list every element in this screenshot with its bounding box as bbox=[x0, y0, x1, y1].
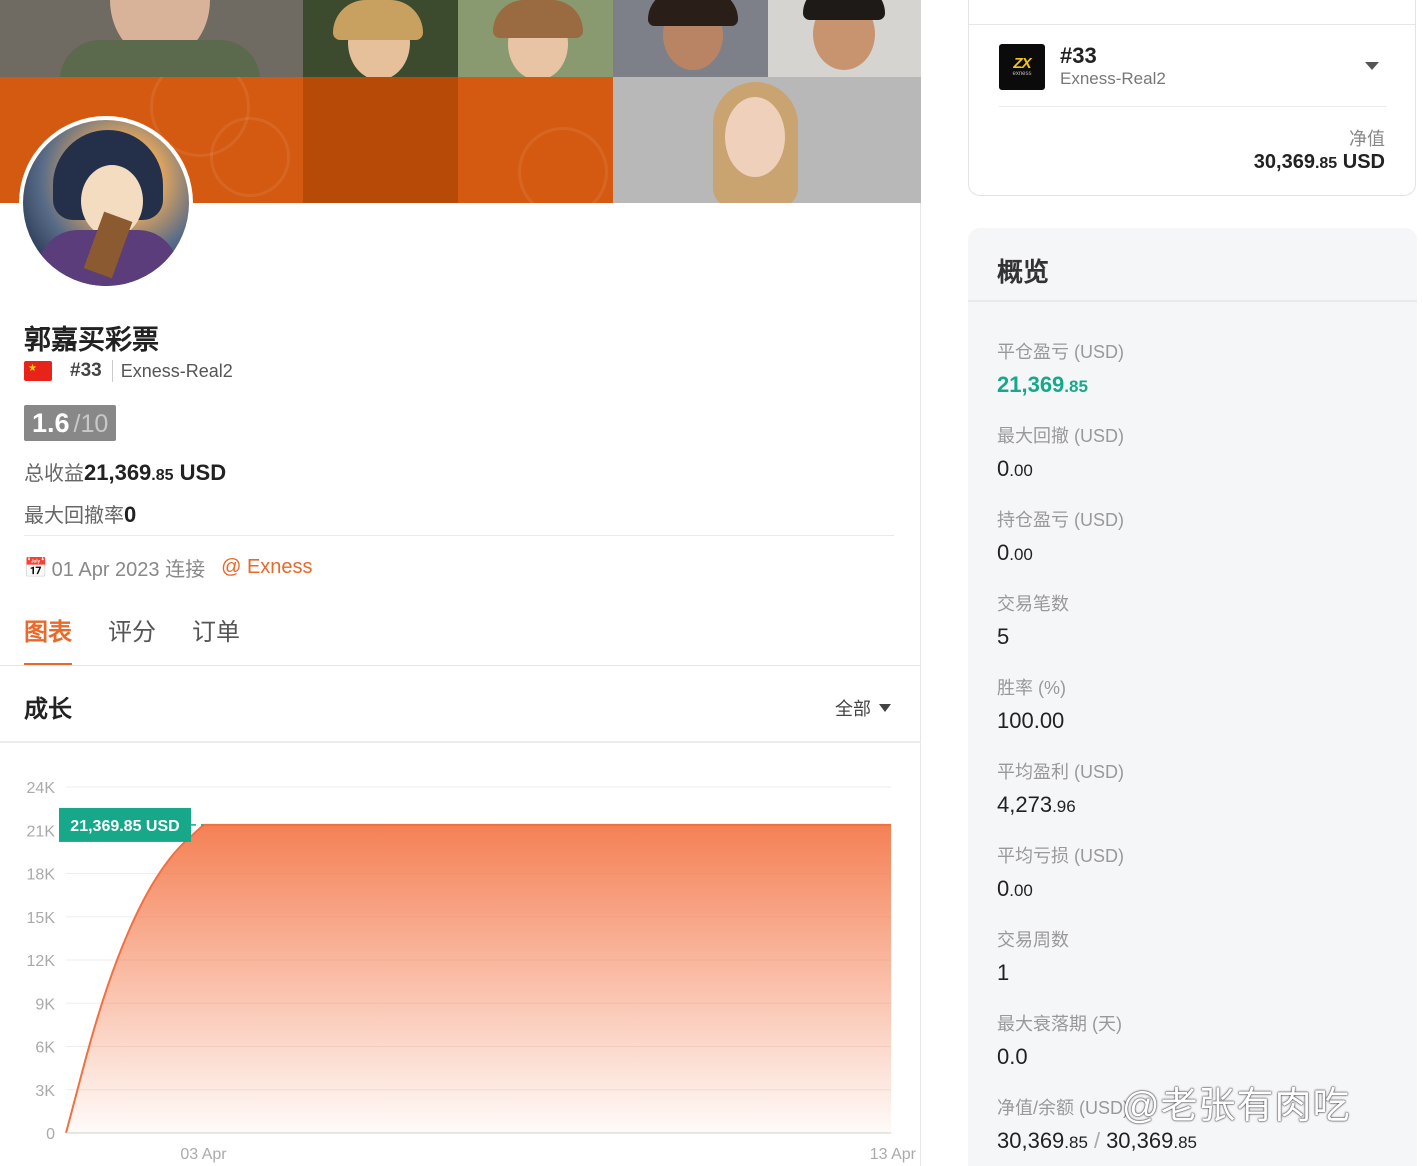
metric-label: 平均亏损 (USD) bbox=[997, 846, 1124, 866]
equity-balance-value: 30,369.85/30,369.85 bbox=[997, 1128, 1197, 1153]
account-card: ZX exness #33 Exness-Real2 净值 30,369.85 … bbox=[968, 0, 1416, 196]
rating-score: 1.6 bbox=[32, 408, 70, 438]
rating-badge: 1.6 /10 bbox=[24, 405, 117, 441]
metric-label: 平均盈利 (USD) bbox=[997, 762, 1124, 782]
connection-info: 📅 01 Apr 2023 连接 @ Exness bbox=[24, 553, 313, 582]
total-profit: 总收益21,369.85 USD bbox=[24, 457, 226, 486]
y-tick-label: 24K bbox=[27, 780, 56, 797]
x-tick-label: 13 Apr bbox=[870, 1146, 917, 1163]
banner-photo-tile bbox=[613, 77, 921, 203]
growth-area bbox=[66, 824, 891, 1133]
tabs-divider bbox=[0, 665, 921, 666]
banner-photo-tile bbox=[613, 0, 768, 77]
metric-value: 21,369.85 bbox=[997, 372, 1088, 397]
connect-date: 01 Apr 2023 连接 bbox=[51, 559, 206, 581]
overview-divider bbox=[968, 300, 1417, 302]
metric-value: 0.0 bbox=[997, 1044, 1028, 1069]
range-filter-label: 全部 bbox=[835, 699, 871, 719]
y-tick-label: 21K bbox=[27, 823, 56, 840]
max-drawdown-value: 0 bbox=[124, 502, 137, 527]
equity-value: 30,369.85 USD bbox=[1253, 151, 1385, 173]
profile-tabs: 图表 评分 订单 bbox=[24, 612, 276, 666]
overview-card: 概览 平仓盈亏 (USD) 21,369.85 最大回撤 (USD) 0.00 持仓盈亏… bbox=[968, 228, 1417, 1166]
metric-label: 最大回撤 (USD) bbox=[997, 426, 1124, 446]
tab-chart[interactable]: 图表 bbox=[24, 612, 72, 666]
card-divider bbox=[969, 24, 1415, 25]
growth-title: 成长 bbox=[24, 696, 72, 723]
equity-label: 净值 bbox=[1349, 129, 1385, 149]
metric-label: 交易笔数 bbox=[997, 594, 1069, 614]
avatar-image bbox=[23, 120, 189, 286]
metric-value: 5 bbox=[997, 624, 1010, 649]
account-card-number: #33 bbox=[1060, 43, 1097, 68]
tab-rating[interactable]: 评分 bbox=[108, 612, 156, 666]
metric-label: 平仓盈亏 (USD) bbox=[997, 342, 1124, 362]
y-tick-label: 15K bbox=[27, 910, 56, 927]
max-drawdown-rate: 最大回撤率0 bbox=[24, 499, 136, 528]
card-divider bbox=[999, 106, 1387, 107]
trader-profile-panel: 郭嘉买彩票 ★ #33 Exness-Real2 1.6 /10 总收益21,3… bbox=[0, 0, 921, 1166]
trader-name: 郭嘉买彩票 bbox=[24, 325, 159, 355]
trader-avatar[interactable] bbox=[19, 116, 193, 290]
total-profit-value: 21,369.85 USD bbox=[84, 460, 227, 485]
watermark: @老张有肉吃 bbox=[1122, 1085, 1351, 1126]
metric-label: 最大衰落期 (天) bbox=[997, 1014, 1122, 1034]
y-tick-label: 18K bbox=[27, 867, 56, 884]
broker-link[interactable]: @ Exness bbox=[221, 556, 312, 579]
account-number: #33 bbox=[70, 360, 113, 382]
caret-down-icon bbox=[879, 704, 891, 712]
banner-photo-tile bbox=[0, 0, 303, 77]
current-value-label: 21,369.85 USD bbox=[70, 818, 179, 835]
banner-pattern-tile bbox=[303, 77, 458, 203]
overview-title: 概览 bbox=[997, 257, 1050, 287]
tab-orders[interactable]: 订单 bbox=[192, 612, 240, 666]
metric-value: 4,273.96 bbox=[997, 792, 1076, 817]
metric-value: 0.00 bbox=[997, 876, 1033, 901]
y-tick-label: 6K bbox=[35, 1040, 55, 1057]
metric-label: 胜率 (%) bbox=[997, 678, 1066, 698]
divider bbox=[24, 535, 894, 536]
metric-value: 0.00 bbox=[997, 540, 1033, 565]
x-tick-label: 03 Apr bbox=[180, 1146, 227, 1163]
china-flag-icon: ★ bbox=[24, 361, 52, 381]
range-filter-dropdown[interactable]: 全部 bbox=[835, 695, 891, 721]
y-tick-label: 12K bbox=[27, 953, 56, 970]
y-tick-label: 9K bbox=[35, 996, 55, 1013]
page: 郭嘉买彩票 ★ #33 Exness-Real2 1.6 /10 总收益21,3… bbox=[0, 0, 1422, 1166]
metric-value: 100.00 bbox=[997, 708, 1065, 733]
banner-photo-tile bbox=[303, 0, 458, 77]
y-tick-label: 0 bbox=[46, 1126, 55, 1143]
metric-label: 交易周数 bbox=[997, 930, 1069, 950]
banner-pattern-tile bbox=[458, 77, 613, 203]
max-drawdown-label: 最大回撤率 bbox=[24, 505, 124, 527]
account-server: Exness-Real2 bbox=[120, 360, 233, 381]
total-profit-label: 总收益 bbox=[24, 463, 84, 485]
account-line: ★ #33 Exness-Real2 bbox=[24, 360, 233, 382]
metric-value: 1 bbox=[997, 960, 1010, 985]
banner-photo-tile bbox=[768, 0, 921, 77]
exness-logo: ZX exness bbox=[999, 44, 1045, 90]
metric-value: 0.00 bbox=[997, 456, 1033, 481]
section-divider bbox=[0, 741, 921, 743]
equity-balance-label: 净值/余额 (USD) bbox=[997, 1098, 1129, 1118]
rating-max: /10 bbox=[73, 410, 109, 438]
growth-chart: 24K 21K 18K 15K 12K 9K 6K 3K 0 21,369.85 USD 03 Ap… bbox=[27, 780, 917, 1163]
banner-photo-tile bbox=[458, 0, 613, 77]
y-tick-label: 3K bbox=[35, 1083, 55, 1100]
account-card-server: Exness-Real2 bbox=[1060, 69, 1166, 88]
calendar-icon: 📅 bbox=[24, 557, 48, 579]
metric-label: 持仓盈亏 (USD) bbox=[997, 510, 1124, 530]
account-select-caret-icon[interactable] bbox=[1365, 62, 1379, 70]
